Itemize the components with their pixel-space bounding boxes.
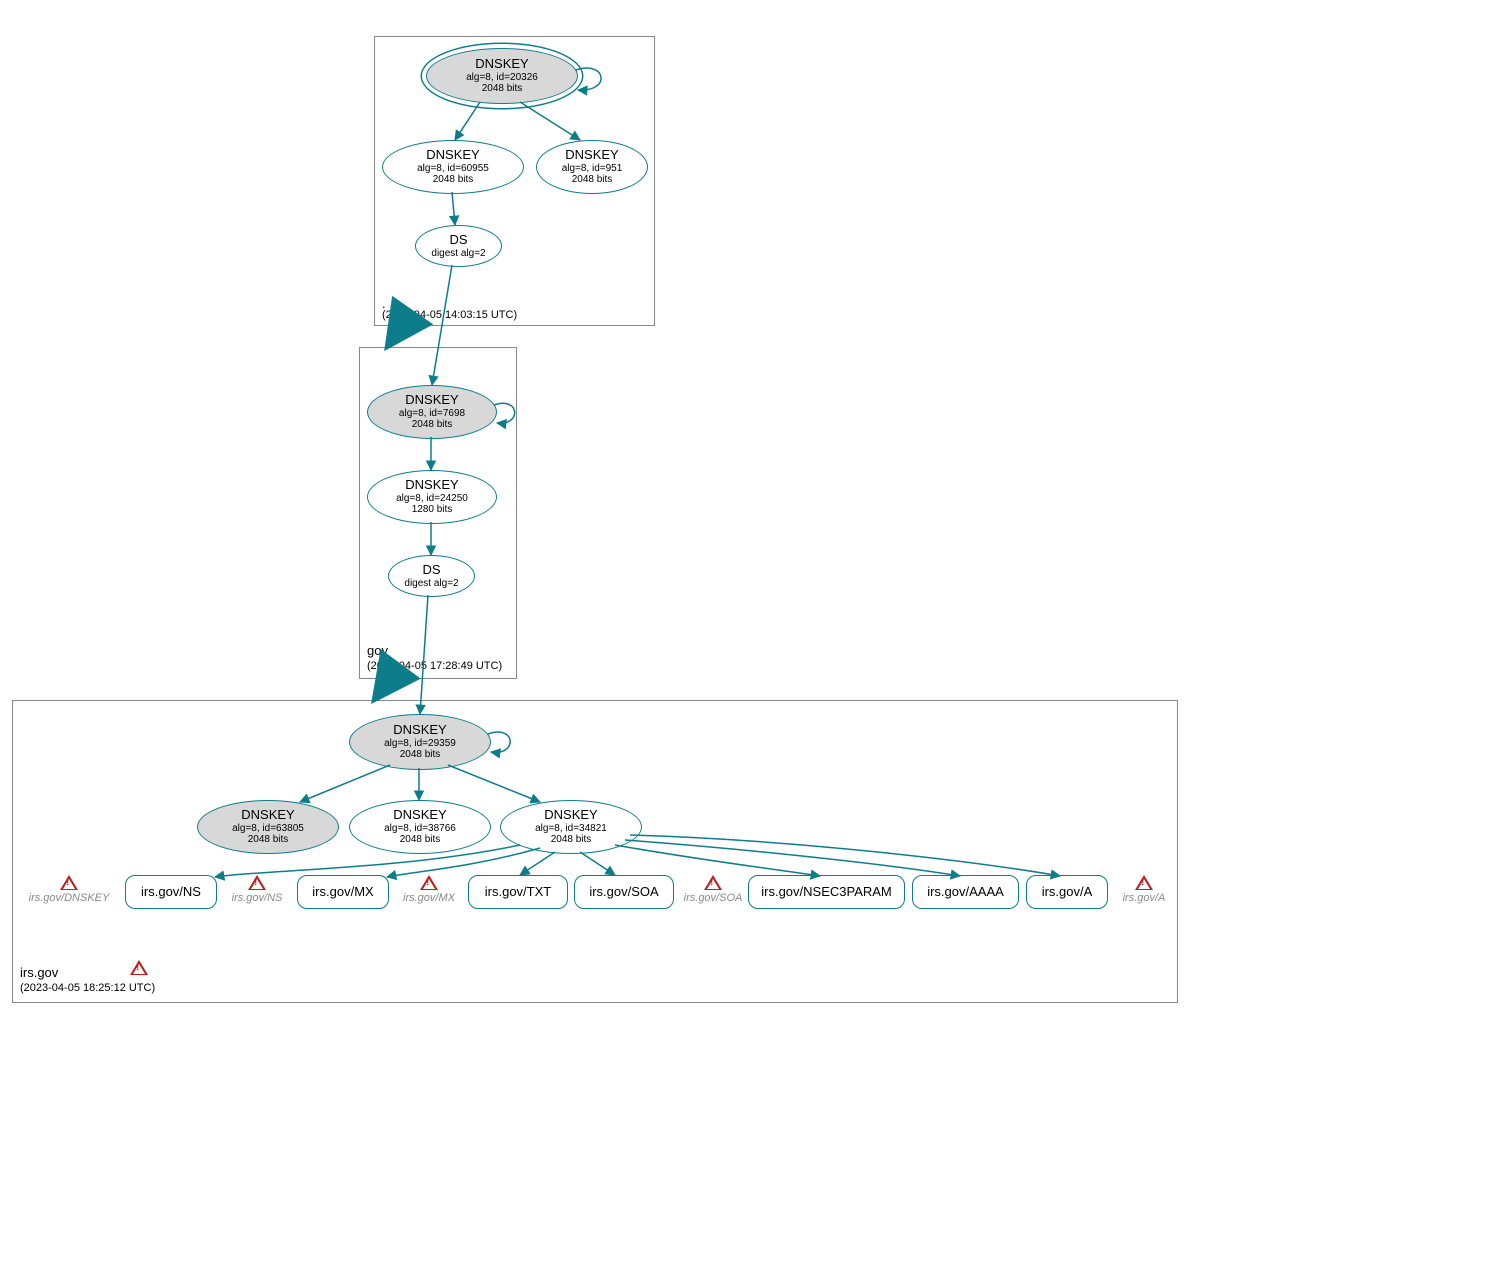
warning-icon [60,875,78,890]
node-gov-zsk[interactable]: DNSKEY alg=8, id=24250 1280 bits [367,470,497,524]
rrset-label: irs.gov/TXT [485,885,551,900]
node-line2: digest alg=2 [431,248,485,260]
node-root-zsk2[interactable]: DNSKEY alg=8, id=951 2048 bits [536,140,648,194]
node-line3: 2048 bits [400,834,441,846]
node-line2: alg=8, id=34821 [535,823,607,835]
rrset-label: irs.gov/MX [312,885,373,900]
node-line2: alg=8, id=24250 [396,493,468,505]
warn-mx: irs.gov/MX [394,875,464,904]
warn-a: irs.gov/A [1114,875,1174,904]
node-line3: 1280 bits [412,504,453,516]
node-irs-k4[interactable]: DNSKEY alg=8, id=34821 2048 bits [500,800,642,854]
zone-root-timestamp: (2023-04-05 14:03:15 UTC) [382,309,517,321]
warn-ns: irs.gov/NS [222,875,292,904]
zone-gov-timestamp: (2023-04-05 17:28:49 UTC) [367,660,502,672]
node-line2: alg=8, id=7698 [399,408,465,420]
node-line3: 2048 bits [482,83,523,95]
node-title: DNSKEY [405,393,458,408]
rrset-soa[interactable]: irs.gov/SOA [574,875,674,909]
warning-icon [248,875,266,890]
edges-svg [0,0,1511,1282]
rrset-aaaa[interactable]: irs.gov/AAAA [912,875,1019,909]
zone-irsgov-name: irs.gov [20,965,58,980]
node-line2: alg=8, id=20326 [466,72,538,84]
warn-text: irs.gov/MX [403,892,455,904]
rrset-label: irs.gov/A [1042,885,1093,900]
node-line2: alg=8, id=63805 [232,823,304,835]
warn-text: irs.gov/DNSKEY [29,892,110,904]
node-title: DNSKEY [241,808,294,823]
node-irs-ksk[interactable]: DNSKEY alg=8, id=29359 2048 bits [349,714,491,770]
node-gov-ds[interactable]: DS digest alg=2 [388,555,475,597]
warning-icon [130,960,148,975]
node-line2: alg=8, id=951 [562,163,623,175]
warning-icon [1135,875,1153,890]
rrset-label: irs.gov/NS [141,885,201,900]
node-line3: 2048 bits [433,174,474,186]
rrset-label: irs.gov/SOA [589,885,658,900]
node-line3: 2048 bits [572,174,613,186]
warn-dnskey: irs.gov/DNSKEY [24,875,114,904]
node-root-ds[interactable]: DS digest alg=2 [415,225,502,267]
warn-zone-irsgov [130,960,148,977]
node-line3: 2048 bits [400,749,441,761]
rrset-txt[interactable]: irs.gov/TXT [468,875,568,909]
node-line2: alg=8, id=60955 [417,163,489,175]
rrset-label: irs.gov/AAAA [927,885,1004,900]
warn-soa: irs.gov/SOA [678,875,748,904]
node-title: DNSKEY [393,723,446,738]
zone-irsgov-timestamp: (2023-04-05 18:25:12 UTC) [20,982,155,994]
node-line3: 2048 bits [248,834,289,846]
rrset-mx[interactable]: irs.gov/MX [297,875,389,909]
node-title: DNSKEY [426,148,479,163]
node-line3: 2048 bits [551,834,592,846]
node-root-zsk1[interactable]: DNSKEY alg=8, id=60955 2048 bits [382,140,524,194]
rrset-label: irs.gov/NSEC3PARAM [761,885,892,900]
warn-text: irs.gov/A [1123,892,1166,904]
node-gov-ksk[interactable]: DNSKEY alg=8, id=7698 2048 bits [367,385,497,439]
node-title: DS [422,563,440,578]
warning-icon [704,875,722,890]
node-title: DNSKEY [544,808,597,823]
node-title: DNSKEY [405,478,458,493]
node-irs-k3[interactable]: DNSKEY alg=8, id=38766 2048 bits [349,800,491,854]
node-title: DNSKEY [475,57,528,72]
warning-icon [420,875,438,890]
node-line2: alg=8, id=38766 [384,823,456,835]
node-line2: digest alg=2 [404,578,458,590]
node-title: DNSKEY [393,808,446,823]
node-line2: alg=8, id=29359 [384,738,456,750]
warn-text: irs.gov/NS [232,892,283,904]
node-irs-k2[interactable]: DNSKEY alg=8, id=63805 2048 bits [197,800,339,854]
rrset-nsec3p[interactable]: irs.gov/NSEC3PARAM [748,875,905,909]
zone-gov-name: gov [367,643,388,658]
rrset-ns[interactable]: irs.gov/NS [125,875,217,909]
node-title: DS [449,233,467,248]
rrset-a[interactable]: irs.gov/A [1026,875,1108,909]
node-title: DNSKEY [565,148,618,163]
warn-text: irs.gov/SOA [684,892,743,904]
node-line3: 2048 bits [412,419,453,431]
node-root-ksk[interactable]: DNSKEY alg=8, id=20326 2048 bits [426,48,578,104]
